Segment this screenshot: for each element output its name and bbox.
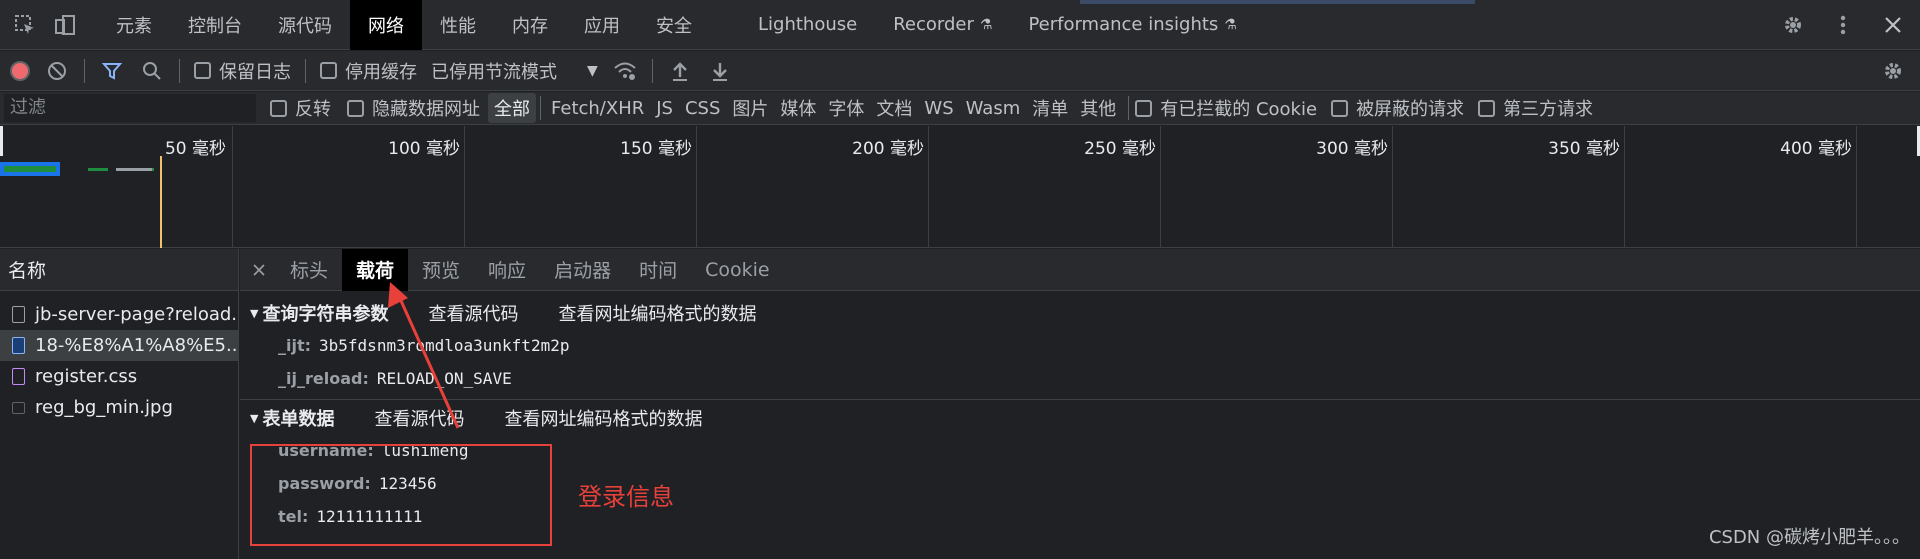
page-behind-strip xyxy=(1080,0,1475,4)
request-bar xyxy=(88,168,108,171)
tab-cookies[interactable]: Cookie xyxy=(691,249,784,291)
filter-type-other[interactable]: 其他 xyxy=(1074,93,1122,123)
request-row[interactable]: reg_bg_min.jpg xyxy=(0,392,238,423)
device-toolbar-icon[interactable] xyxy=(52,12,78,38)
export-har-icon[interactable] xyxy=(707,58,733,84)
request-bar xyxy=(152,168,154,171)
tab-performance-insights[interactable]: Performance insights ⚗ xyxy=(1010,0,1254,50)
request-bar-download xyxy=(4,166,56,172)
dom-content-loaded-marker xyxy=(160,156,162,248)
tab-memory[interactable]: 内存 xyxy=(494,0,566,50)
filter-type-wasm[interactable]: Wasm xyxy=(960,96,1027,121)
clear-icon[interactable] xyxy=(44,58,70,84)
name-column-header[interactable]: 名称 xyxy=(0,249,238,291)
annotation-highlight-box xyxy=(250,444,552,546)
overview-drag-handle-left[interactable] xyxy=(0,126,3,156)
timeline-tick: 150 毫秒 xyxy=(620,139,692,159)
annotation-arrow xyxy=(388,282,460,429)
triangle-down-icon: ▼ xyxy=(250,306,259,320)
document-icon xyxy=(12,337,25,354)
request-row[interactable]: jb-server-page?reload... xyxy=(0,299,238,330)
tab-sources[interactable]: 源代码 xyxy=(260,0,350,50)
tab-application[interactable]: 应用 xyxy=(566,0,638,50)
dropdown-arrow-icon: ▼ xyxy=(587,62,598,79)
import-har-icon[interactable] xyxy=(667,58,693,84)
timeline-overview[interactable]: 50 毫秒 100 毫秒 150 毫秒 200 毫秒 250 毫秒 300 毫秒… xyxy=(0,126,1920,248)
triangle-down-icon: ▼ xyxy=(250,411,259,425)
request-row[interactable]: register.css xyxy=(0,361,238,392)
filter-type-doc[interactable]: 文档 xyxy=(870,93,918,123)
tab-lighthouse[interactable]: Lighthouse xyxy=(710,0,875,50)
filter-type-manifest[interactable]: 清单 xyxy=(1026,93,1074,123)
form-data-section-header: ▼ 表单数据 查看源代码 查看网址编码格式的数据 xyxy=(240,402,1920,434)
stylesheet-icon xyxy=(12,368,25,385)
timeline-tick: 400 毫秒 xyxy=(1780,139,1852,159)
filter-type-js[interactable]: JS xyxy=(650,96,679,121)
invert-checkbox[interactable]: 反转 xyxy=(270,95,331,121)
blocked-cookies-checkbox[interactable]: 有已拦截的 Cookie xyxy=(1135,95,1317,121)
request-row[interactable]: 18-%E8%A1%A8%E5... xyxy=(0,330,238,361)
third-party-requests-checkbox[interactable]: 第三方请求 xyxy=(1478,95,1593,121)
tab-network[interactable]: 网络 xyxy=(350,0,422,50)
filter-type-media[interactable]: 媒体 xyxy=(774,93,822,123)
network-conditions-icon[interactable] xyxy=(612,58,638,84)
query-params-toggle[interactable]: ▼ 查询字符串参数 xyxy=(250,300,388,326)
filter-bar: 过滤 反转 隐藏数据网址 全部 Fetch/XHR JS CSS 图片 媒体 字… xyxy=(0,92,1920,125)
close-detail-icon[interactable] xyxy=(246,257,272,283)
timeline-tick: 100 毫秒 xyxy=(388,139,460,159)
filter-type-css[interactable]: CSS xyxy=(679,96,726,121)
tab-timing[interactable]: 时间 xyxy=(625,249,691,291)
request-list: 名称 jb-server-page?reload... 18-%E8%A1%A8… xyxy=(0,249,239,559)
close-icon[interactable] xyxy=(1880,12,1906,38)
hide-data-urls-checkbox[interactable]: 隐藏数据网址 xyxy=(347,95,480,121)
filter-type-all[interactable]: 全部 xyxy=(488,93,536,123)
settings-gear-icon[interactable] xyxy=(1780,12,1806,38)
preserve-log-checkbox[interactable]: 保留日志 xyxy=(194,58,291,84)
detail-tab-bar: 标头 载荷 预览 响应 启动器 时间 Cookie xyxy=(240,248,1920,291)
filter-type-ws[interactable]: WS xyxy=(918,96,959,121)
network-settings-gear-icon[interactable] xyxy=(1880,58,1906,84)
request-bar xyxy=(116,168,152,171)
form-data-toggle[interactable]: ▼ 表单数据 xyxy=(250,405,334,431)
timeline-tick: 50 毫秒 xyxy=(164,139,226,159)
filter-type-img[interactable]: 图片 xyxy=(726,93,774,123)
timeline-tick: 250 毫秒 xyxy=(1084,139,1156,159)
tab-recorder[interactable]: Recorder ⚗ xyxy=(875,0,1010,50)
document-icon xyxy=(12,306,25,323)
filter-type-font[interactable]: 字体 xyxy=(822,93,870,123)
tab-initiator[interactable]: 启动器 xyxy=(540,249,625,291)
tab-elements[interactable]: 元素 xyxy=(98,0,170,50)
watermark: CSDN @碳烤小肥羊。。。 xyxy=(1708,527,1910,548)
search-icon[interactable] xyxy=(139,58,165,84)
filter-icon[interactable] xyxy=(99,58,125,84)
view-url-encoded-link[interactable]: 查看网址编码格式的数据 xyxy=(504,405,702,431)
experiment-flask-icon: ⚗ xyxy=(1224,16,1237,33)
disable-cache-checkbox[interactable]: 停用缓存 xyxy=(320,58,417,84)
inspect-element-icon[interactable] xyxy=(12,12,38,38)
timeline-tick: 300 毫秒 xyxy=(1316,139,1388,159)
experiment-flask-icon: ⚗ xyxy=(979,16,993,33)
query-param-row: _ijt: 3b5fdsnm3romdloa3unkft2m2p xyxy=(278,336,570,355)
devtools-tab-bar: 元素 控制台 源代码 网络 性能 内存 应用 安全 Lighthouse Rec… xyxy=(0,0,1920,50)
filter-input[interactable]: 过滤 xyxy=(4,94,256,122)
timeline-tick: 200 毫秒 xyxy=(852,139,924,159)
blocked-requests-checkbox[interactable]: 被屏蔽的请求 xyxy=(1331,95,1464,121)
tab-response[interactable]: 响应 xyxy=(474,249,540,291)
tab-security[interactable]: 安全 xyxy=(638,0,710,50)
timeline-tick: 350 毫秒 xyxy=(1548,139,1620,159)
record-button[interactable] xyxy=(10,60,30,81)
tab-console[interactable]: 控制台 xyxy=(170,0,260,50)
query-param-row: _ij_reload: RELOAD_ON_SAVE xyxy=(278,369,512,388)
query-params-section-header: ▼ 查询字符串参数 查看源代码 查看网址编码格式的数据 xyxy=(240,297,1920,329)
annotation-label: 登录信息 xyxy=(578,483,674,511)
throttling-select[interactable]: 已停用节流模式 ▼ xyxy=(431,58,598,84)
tab-headers[interactable]: 标头 xyxy=(276,249,342,291)
view-url-encoded-link[interactable]: 查看网址编码格式的数据 xyxy=(558,300,756,326)
network-toolbar: 保留日志 停用缓存 已停用节流模式 ▼ xyxy=(0,51,1920,91)
more-options-icon[interactable] xyxy=(1830,12,1856,38)
image-icon xyxy=(12,401,25,414)
tab-performance[interactable]: 性能 xyxy=(422,0,494,50)
filter-type-fetch-xhr[interactable]: Fetch/XHR xyxy=(545,96,650,121)
